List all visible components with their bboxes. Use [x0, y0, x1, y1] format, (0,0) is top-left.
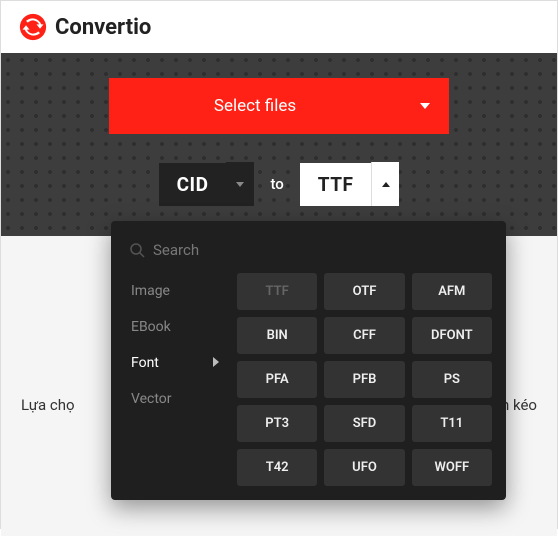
format-option-ps[interactable]: PS — [412, 361, 492, 398]
format-option-cff[interactable]: CFF — [324, 317, 404, 354]
format-option-dfont[interactable]: DFONT — [412, 317, 492, 354]
search-row — [125, 235, 492, 273]
format-grid: TTFOTFAFM BINCFFDFONT PFAPFBPS PT3SFDT11 T42… — [237, 273, 492, 486]
category-list: Image EBook Font Vector — [125, 273, 225, 486]
format-option-pfa[interactable]: PFA — [237, 361, 317, 398]
chevron-right-icon — [213, 355, 219, 371]
format-option-pfb[interactable]: PFB — [324, 361, 404, 398]
to-format-button[interactable]: TTF — [300, 163, 372, 206]
search-input[interactable] — [153, 241, 488, 259]
convertio-logo-icon — [19, 13, 47, 41]
format-dropdown-panel: Image EBook Font Vector TTFOTFAFM BINCFFDFON… — [111, 221, 506, 500]
hero-section: Select files CID to TTF — [1, 53, 557, 236]
header: Convertio — [1, 1, 557, 53]
caret-down-icon — [236, 182, 244, 187]
category-label: Vector — [131, 391, 172, 407]
format-option-ttf: TTF — [237, 273, 317, 310]
select-files-button[interactable]: Select files — [109, 78, 401, 134]
to-format-selector: TTF — [300, 162, 400, 206]
caret-up-icon — [382, 182, 390, 187]
convert-row: CID to TTF — [159, 162, 400, 206]
format-option-pt3[interactable]: PT3 — [237, 405, 317, 442]
format-option-afm[interactable]: AFM — [412, 273, 492, 310]
category-item-image[interactable]: Image — [125, 273, 225, 309]
format-option-bin[interactable]: BIN — [237, 317, 317, 354]
category-label: Font — [131, 355, 159, 371]
format-option-woff[interactable]: WOFF — [412, 449, 492, 486]
select-files-dropdown-button[interactable] — [401, 78, 449, 134]
category-label: EBook — [131, 319, 171, 335]
format-option-ufo[interactable]: UFO — [324, 449, 404, 486]
from-format-button[interactable]: CID — [159, 163, 227, 206]
category-item-vector[interactable]: Vector — [125, 381, 225, 417]
from-format-selector: CID — [159, 162, 255, 206]
search-icon — [129, 242, 145, 258]
category-item-font[interactable]: Font — [125, 345, 225, 381]
category-item-ebook[interactable]: EBook — [125, 309, 225, 345]
to-label: to — [264, 175, 289, 193]
format-option-otf[interactable]: OTF — [324, 273, 404, 310]
caret-down-icon — [420, 103, 430, 109]
brand-name: Convertio — [55, 15, 151, 40]
category-label: Image — [131, 283, 170, 299]
format-option-t42[interactable]: T42 — [237, 449, 317, 486]
dropdown-body: Image EBook Font Vector TTFOTFAFM BINCFFDFON… — [125, 273, 492, 486]
from-format-dropdown-button[interactable] — [226, 162, 254, 206]
format-option-sfd[interactable]: SFD — [324, 405, 404, 442]
description-left-fragment: Lựa chọ — [21, 396, 75, 414]
format-option-t11[interactable]: T11 — [412, 405, 492, 442]
select-files-group: Select files — [109, 78, 449, 134]
to-format-dropdown-button[interactable] — [371, 162, 399, 206]
